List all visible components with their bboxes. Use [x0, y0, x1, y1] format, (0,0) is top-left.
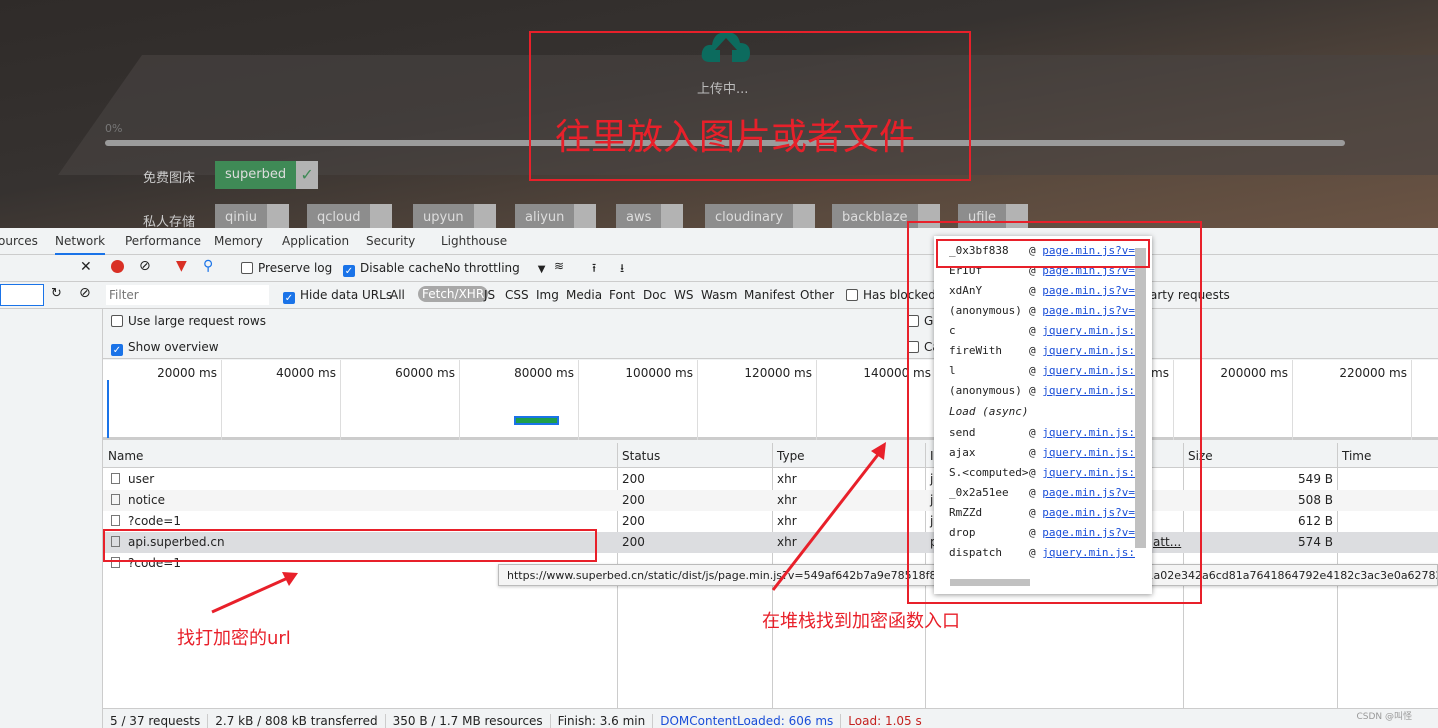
- find-stack-annotation: 在堆栈找到加密函数入口: [762, 611, 960, 632]
- arrow-to-url: [211, 575, 291, 614]
- arrowhead: [871, 442, 886, 460]
- find-url-annotation: 找打加密的url: [177, 628, 291, 649]
- arrow-to-stack: [771, 451, 882, 591]
- annotation-arrows: [211, 442, 886, 614]
